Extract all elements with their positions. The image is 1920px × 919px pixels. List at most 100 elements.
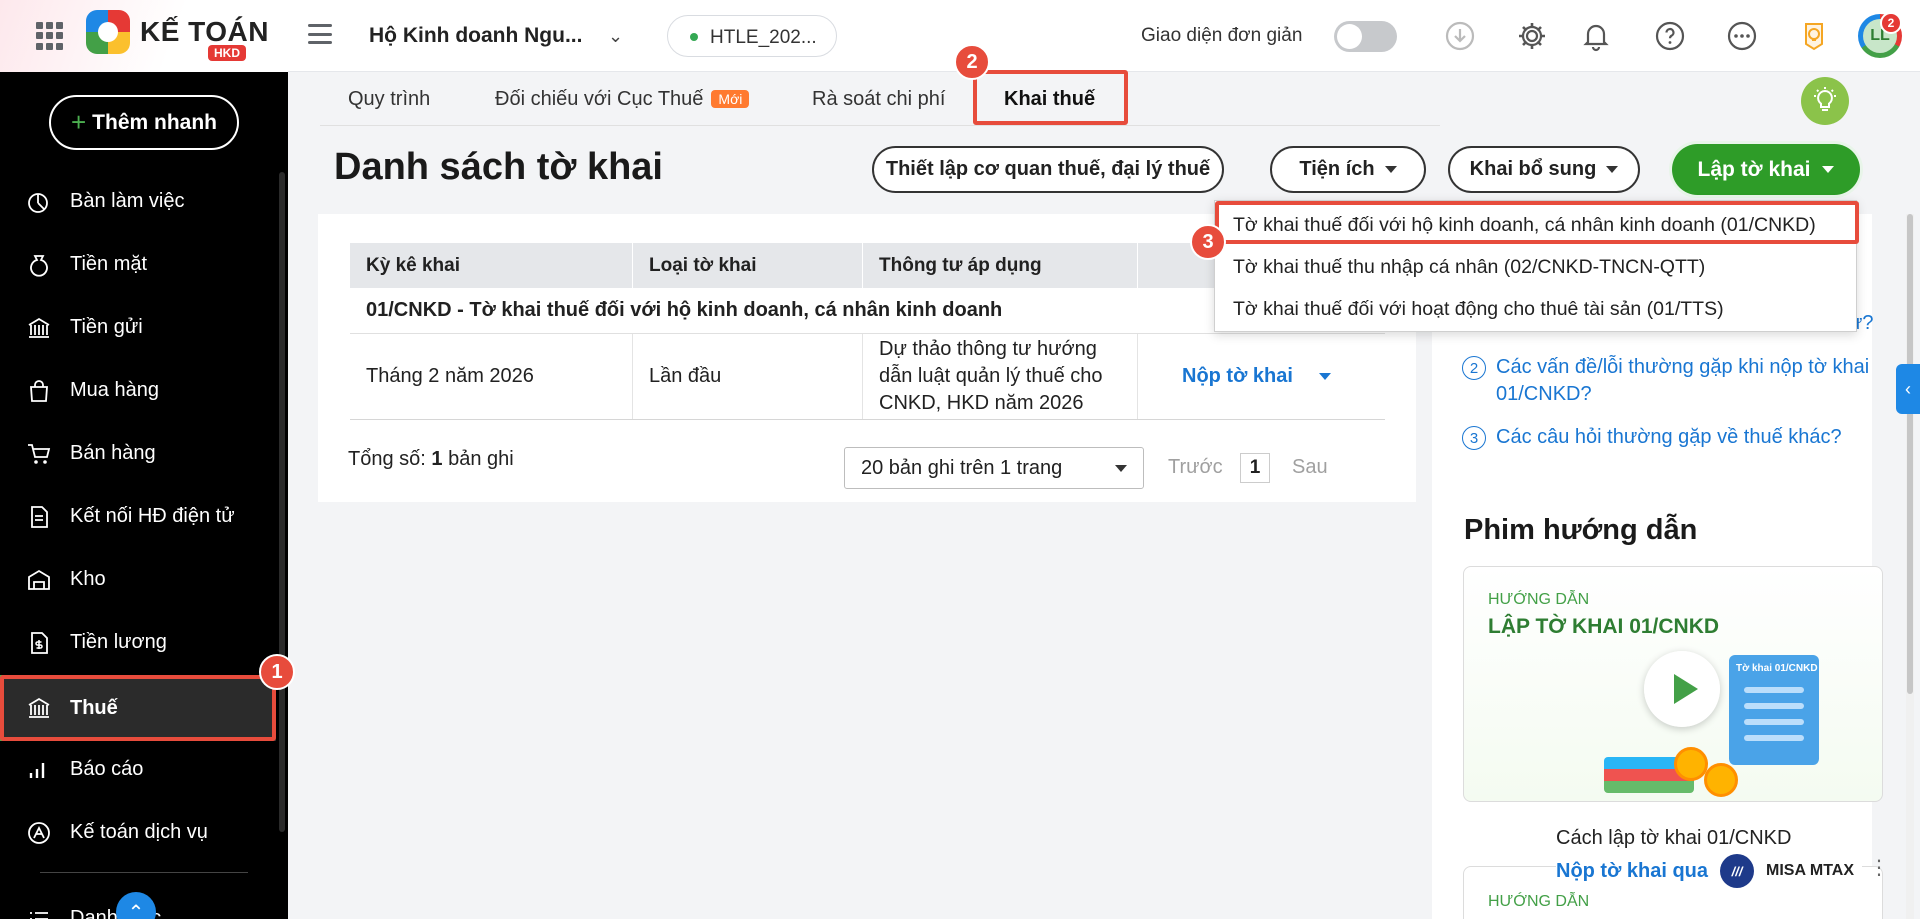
create-declaration-button[interactable]: Lập tờ khai [1672,144,1860,195]
sidebar-item-cash[interactable]: Tiền mặt [0,233,276,296]
step-1-highlight [0,675,276,741]
caret-down-icon [1822,166,1835,173]
database-selector[interactable]: HTLE_202... [667,15,837,57]
mtax-promo[interactable]: Nộp tờ khai qua /// MISA MTAX [1556,854,1863,888]
step-marker-3: 3 [1190,224,1226,260]
doc-line [1744,735,1804,741]
document-label: Tờ khai 01/CNKD [1736,663,1818,674]
tab-underline [320,125,1440,126]
total-records: Tổng số: 1 bản ghi [348,448,514,471]
plus-icon: + [70,107,87,137]
quick-add-button[interactable]: + Thêm nhanh [49,95,239,150]
collapse-panel-icon[interactable]: ‹ [1896,364,1920,414]
page-title: Danh sách tờ khai [334,146,663,188]
sidebar-item-payroll[interactable]: Tiền lương [0,611,276,674]
idea-lamp-icon[interactable] [1796,18,1832,54]
sidebar-item-warehouse[interactable]: Kho [0,548,276,611]
menu-item-01-tts[interactable]: Tờ khai thuế đối với hoạt động cho thuê … [1233,298,1724,321]
gear-icon[interactable] [1514,18,1550,54]
button-label: Khai bổ sung [1469,158,1597,180]
step-3-highlight [1215,201,1859,244]
step-marker-1: 1 [259,654,295,690]
download-icon[interactable] [1442,18,1478,54]
sidebar-item-service-accounting[interactable]: Kế toán dịch vụ [0,801,276,864]
more-options-icon[interactable] [1724,18,1760,54]
logo-text: KẾ TOÁN [140,16,269,47]
menu-toggle-icon[interactable] [308,24,332,44]
video-caption: Cách lập tờ khai 01/CNKD [1556,827,1792,849]
help-panel-scrollbar[interactable] [1906,214,1914,919]
column-header-circular: Thông tư áp dụng [863,243,1138,288]
faq-item-3[interactable]: 3 Các câu hỏi thường gặp về thuế khác? [1462,424,1882,451]
tab-reconcile[interactable]: Đối chiếu với Cục Thuế Mới [495,72,750,126]
help-icon[interactable] [1652,18,1688,54]
button-label: Lập tờ khai [1697,157,1811,181]
coin-illustration [1704,763,1738,797]
doc-line [1744,703,1804,709]
mtax-link[interactable]: Nộp tờ khai qua [1556,860,1708,883]
chevron-down-icon[interactable]: ⌄ [608,26,623,47]
table-row[interactable]: Tháng 2 năm 2026 Lần đầu Dự thảo thông t… [350,334,1385,420]
video-kicker: HƯỚNG DẪN [1488,591,1590,608]
setup-tax-authority-button[interactable]: Thiết lập cơ quan thuế, đại lý thuế [872,146,1224,193]
bell-icon[interactable] [1578,18,1614,54]
sidebar-item-dashboard[interactable]: Bàn làm việc [0,170,276,233]
more-vertical-icon[interactable]: ⋮ [1869,855,1889,880]
column-header-period: Kỳ kê khai [350,243,633,288]
sidebar-item-label: Kho [70,568,106,590]
tab-label: Đối chiếu với Cục Thuế [495,87,704,110]
brand-area: KẾ TOÁN HKD [0,0,288,72]
salary-icon [26,630,52,656]
cart-icon [26,441,52,467]
videos-title: Phim hướng dẫn [1464,514,1698,546]
sidebar-item-label: Mua hàng [70,379,159,401]
submit-declaration-link[interactable]: Nộp tờ khai [1154,365,1331,388]
sidebar-item-reports[interactable]: Báo cáo [0,738,276,801]
service-icon [26,820,52,846]
cell-period: Tháng 2 năm 2026 [350,334,633,419]
notification-badge: 2 [1880,12,1902,34]
cell-type: Lần đầu [633,334,863,419]
total-count: 1 [431,448,443,470]
lightbulb-icon[interactable] [1801,77,1849,125]
sidebar-item-einvoice[interactable]: Kết nối HĐ điện tử [0,485,276,548]
sidebar: + Thêm nhanh Bàn làm việc Tiền mặt Tiền … [0,72,288,919]
sidebar-item-sales[interactable]: Bán hàng [0,422,276,485]
tab-cost-review[interactable]: Rà soát chi phí [812,72,945,126]
video-kicker: HƯỚNG DẪN [1488,893,1590,910]
bank-deposit-icon [26,315,52,341]
play-icon[interactable] [1644,651,1720,727]
supplement-declaration-button[interactable]: Khai bổ sung [1448,146,1640,193]
shopping-bag-icon [26,378,52,404]
cell-circular: Dự thảo thông tư hướng dẫn luật quản lý … [863,334,1138,419]
cash-bag-icon [26,252,52,278]
utilities-button[interactable]: Tiện ích [1270,146,1426,193]
coin-illustration [1674,747,1708,781]
next-page-button[interactable]: Sau [1292,456,1328,479]
new-badge: Mới [711,90,750,108]
app-grid-icon[interactable] [36,22,64,50]
business-name[interactable]: Hộ Kinh doanh Ngu... [369,24,582,48]
tab-process[interactable]: Quy trình [348,72,430,126]
simple-mode-toggle[interactable] [1334,21,1397,52]
status-dot-icon [690,33,698,41]
video-card[interactable]: HƯỚNG DẪN LẬP TỜ KHAI 01/CNKD Tờ khai 01… [1463,566,1883,802]
page-size-select[interactable]: 20 bản ghi trên 1 trang [844,447,1144,489]
warehouse-icon [26,567,52,593]
database-name: HTLE_202... [710,27,817,48]
prev-page-button[interactable]: Trước [1168,456,1223,479]
video-heading: LẬP TỜ KHAI 01/CNKD [1488,615,1720,638]
faq-text: Các câu hỏi thường gặp về thuế khác? [1496,426,1842,448]
faq-item-2[interactable]: 2 Các vấn đề/lỗi thường gặp khi nộp tờ k… [1462,354,1882,408]
sidebar-item-label: Tiền lương [70,631,167,653]
button-label: Tiện ích [1299,158,1375,180]
faq-number: 3 [1462,426,1486,450]
sidebar-scrollbar[interactable] [279,172,285,832]
menu-item-02-cnkd-tncn-qtt[interactable]: Tờ khai thuế thu nhập cá nhân (02/CNKD-T… [1233,256,1705,279]
sidebar-item-purchase[interactable]: Mua hàng [0,359,276,422]
sidebar-divider [40,872,248,873]
sidebar-item-deposit[interactable]: Tiền gửi [0,296,276,359]
quick-add-label: Thêm nhanh [92,110,218,134]
current-page[interactable]: 1 [1240,453,1270,483]
caret-down-icon[interactable] [1318,373,1331,380]
